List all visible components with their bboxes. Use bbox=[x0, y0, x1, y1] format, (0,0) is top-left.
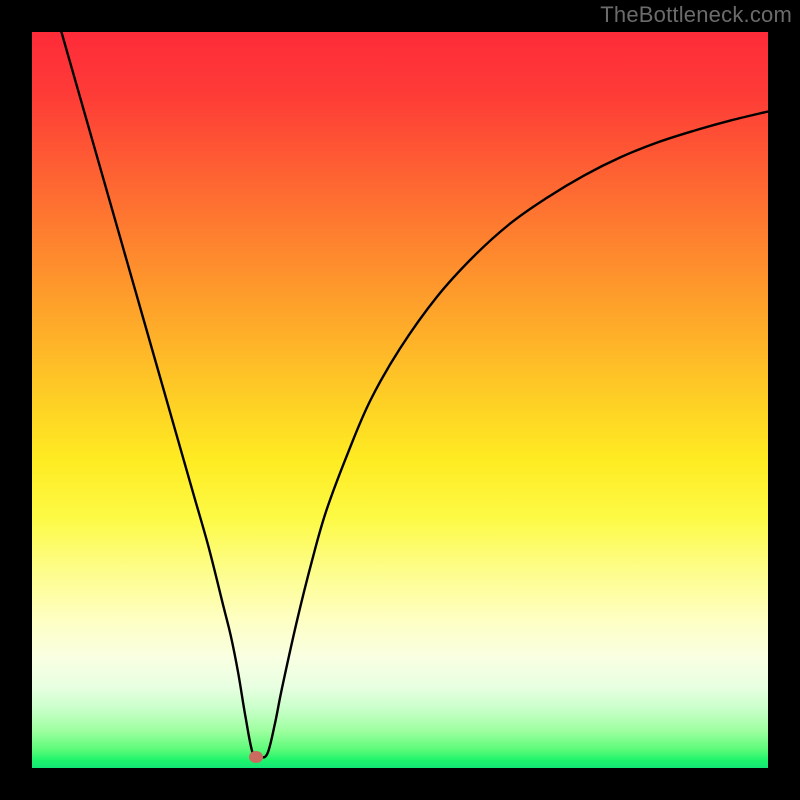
optimal-point-marker bbox=[249, 751, 263, 763]
bottleneck-curve-path bbox=[61, 32, 768, 758]
watermark-label: TheBottleneck.com bbox=[600, 2, 792, 28]
bottleneck-curve-svg bbox=[32, 32, 768, 768]
chart-frame: TheBottleneck.com bbox=[0, 0, 800, 800]
